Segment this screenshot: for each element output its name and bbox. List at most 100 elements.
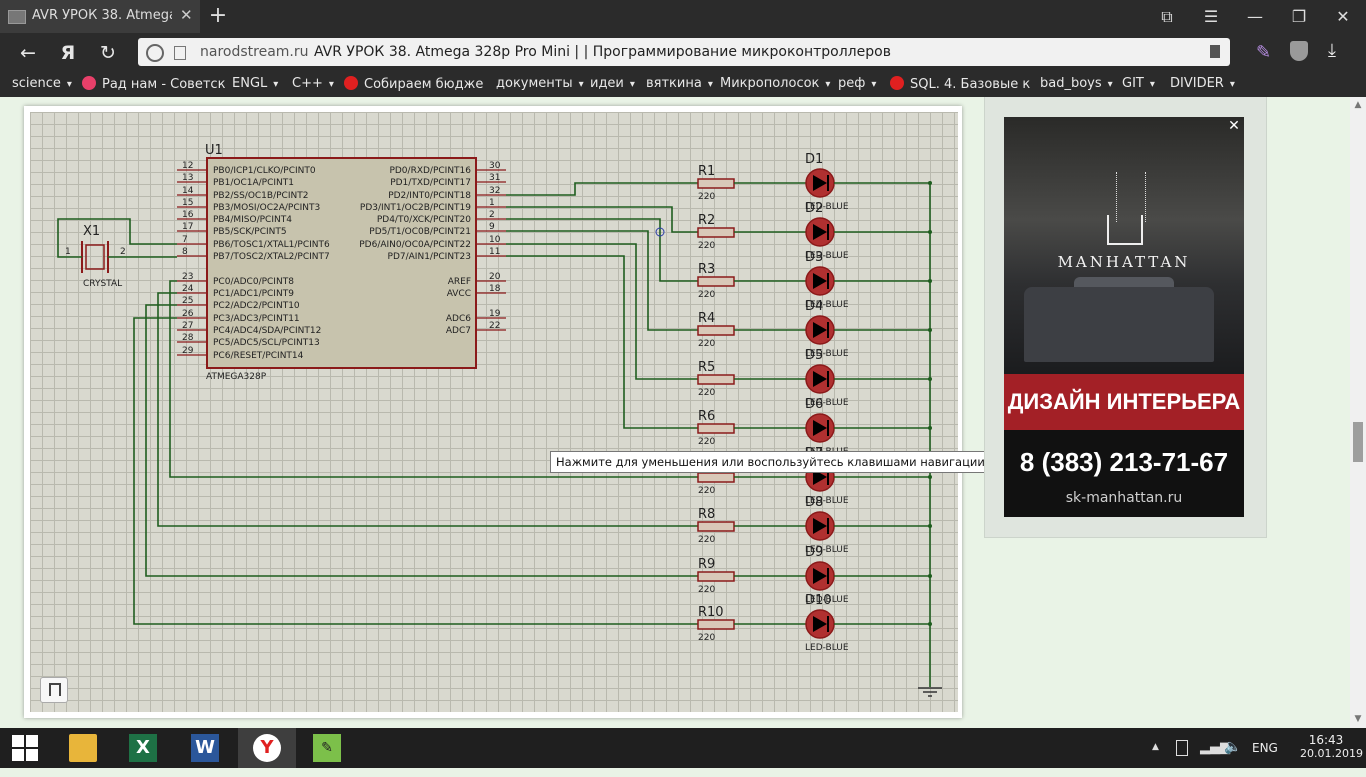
resistor-body xyxy=(697,571,735,582)
bookmark-item[interactable]: Микрополосок ▾ xyxy=(720,76,830,94)
pin-name: PB7/TOSC2/XTAL2/PCINT7 xyxy=(213,252,330,262)
pin-name: PC6/RESET/PCINT14 xyxy=(213,351,304,361)
led-ref: D10 xyxy=(805,593,832,608)
pin-name: PD2/INT0/PCINT18 xyxy=(388,191,471,201)
led-ref: D6 xyxy=(805,397,823,412)
ad-close-button[interactable]: ✕ xyxy=(1226,118,1242,134)
bookmark-item[interactable]: Рад нам - Советск xyxy=(82,76,225,94)
bookmark-label: идеи xyxy=(590,76,624,91)
bookmark-icon[interactable] xyxy=(1210,45,1220,58)
pin-name: ADC6 xyxy=(446,314,471,324)
schematic-drawing: U1ATMEGA328P12 PB0/ICP1/CLKO/PCINT013 PB1/… xyxy=(57,143,942,697)
scrollbar-thumb[interactable] xyxy=(1353,422,1363,462)
restore-window-icon[interactable]: ❐ xyxy=(1277,0,1321,33)
resistor-value: 220 xyxy=(698,585,715,595)
resistor-body xyxy=(697,276,735,287)
led-ref: D4 xyxy=(805,299,823,314)
start-button[interactable] xyxy=(0,728,58,768)
ad-banner[interactable]: MANHATTAN ДИЗАЙН ИНТЕРЬЕРА 8 (383) 213-7… xyxy=(1004,117,1244,517)
pin-name: PB4/MISO/PCINT4 xyxy=(213,215,292,225)
bookmark-item[interactable]: Собираем бюдже xyxy=(344,76,483,94)
tray-clock[interactable]: 16:43 20.01.2019 xyxy=(1300,733,1363,760)
minimize-window-icon[interactable]: — xyxy=(1233,0,1277,33)
folder-icon xyxy=(69,734,97,762)
bookmark-item[interactable]: C++ ▾ xyxy=(292,76,334,94)
tab-close-icon[interactable]: ✕ xyxy=(180,6,193,24)
pin-name: PC2/ADC2/PCINT10 xyxy=(213,301,300,311)
save-image-button[interactable] xyxy=(40,677,68,703)
resistor-body xyxy=(697,472,735,483)
bookmark-label: реф xyxy=(838,76,866,91)
tray-language[interactable]: ENG xyxy=(1252,741,1278,777)
chevron-down-icon: ▾ xyxy=(629,79,635,90)
wire xyxy=(506,182,698,196)
bookmark-label: bad_boys xyxy=(1040,76,1102,91)
bookmark-item[interactable]: идеи ▾ xyxy=(590,76,635,94)
menu-icon[interactable]: ☰ xyxy=(1189,0,1233,33)
close-window-icon[interactable]: ✕ xyxy=(1321,0,1365,33)
bookmark-item[interactable]: SQL. 4. Базовые к xyxy=(890,76,1030,94)
taskbar-file-explorer[interactable] xyxy=(54,728,112,768)
resistor-value: 220 xyxy=(698,633,715,643)
ad-bed xyxy=(1024,287,1214,362)
feather-icon[interactable]: ✎ xyxy=(1256,42,1276,63)
download-icon[interactable]: ⤓ xyxy=(1328,40,1348,62)
tray-expand-icon[interactable]: ▲ xyxy=(1152,742,1159,752)
reload-button[interactable]: ↻ xyxy=(94,40,122,66)
clock-date: 20.01.2019 xyxy=(1300,747,1363,760)
taskbar-yandex-browser[interactable]: Y xyxy=(238,728,296,768)
resistor-body xyxy=(697,521,735,532)
address-bar[interactable]: narodstream.ru AVR УРОК 38. Atmega 328p … xyxy=(138,38,1230,66)
bookmark-label: Микрополосок xyxy=(720,76,820,91)
pin-name: AVCC xyxy=(447,289,471,299)
pin-name: PB5/SCK/PCINT5 xyxy=(213,227,287,237)
yandex-button[interactable]: Я xyxy=(54,40,82,66)
page-scrollbar[interactable] xyxy=(1350,97,1366,728)
pin-name: PC3/ADC3/PCINT11 xyxy=(213,314,300,324)
bookmark-item[interactable]: DIVIDER ▾ xyxy=(1170,76,1235,94)
tab-title: AVR УРОК 38. Atmega 3 xyxy=(32,8,172,23)
tab-favicon-icon xyxy=(8,10,26,24)
bookmark-item[interactable]: GIT ▾ xyxy=(1122,76,1155,94)
chevron-down-icon: ▾ xyxy=(1107,79,1113,90)
chevron-down-icon: ▾ xyxy=(578,79,584,90)
pin-name: PD6/AIN0/OC0A/PCINT22 xyxy=(359,240,471,250)
mcu-part: ATMEGA328P xyxy=(206,372,267,382)
pin-number: 24 xyxy=(182,284,194,294)
tabs-icon[interactable]: ⧉ xyxy=(1145,0,1189,33)
resistor-ref: R6 xyxy=(698,409,715,424)
bookmark-item[interactable]: вяткина ▾ xyxy=(646,76,713,94)
shield-icon[interactable] xyxy=(1290,41,1308,61)
bookmark-label: SQL. 4. Базовые к xyxy=(910,77,1031,92)
excel-icon: X xyxy=(129,734,157,762)
bookmark-item[interactable]: документы ▾ xyxy=(496,76,584,94)
address-page-title: AVR УРОК 38. Atmega 328p Pro Mini | | Пр… xyxy=(314,44,891,60)
new-tab-button[interactable]: + xyxy=(204,2,232,30)
resistor-value: 220 xyxy=(698,486,715,496)
resistor-value: 220 xyxy=(698,339,715,349)
bookmark-label: C++ xyxy=(292,76,323,91)
scroll-down-icon[interactable]: ▼ xyxy=(1352,714,1364,724)
back-button[interactable]: ← xyxy=(14,40,42,66)
taskbar-excel[interactable]: X xyxy=(114,728,172,768)
bookmark-item[interactable]: bad_boys ▾ xyxy=(1040,76,1113,94)
resistor-ref: R1 xyxy=(698,164,715,179)
volume-icon[interactable]: 🔈 xyxy=(1224,739,1241,755)
resistor-body xyxy=(697,325,735,336)
bookmark-item[interactable]: ENGL ▾ xyxy=(232,76,278,94)
pin-name: PB3/MOSI/OC2A/PCINT3 xyxy=(213,203,320,213)
taskbar-notepad[interactable]: ✎ xyxy=(298,728,356,768)
bookmark-item[interactable]: science ▾ xyxy=(12,76,72,94)
browser-tab[interactable]: AVR УРОК 38. Atmega 3 ✕ xyxy=(0,0,200,33)
bookmark-icon xyxy=(49,683,61,696)
taskbar-word[interactable]: W xyxy=(176,728,234,768)
pin-number: 18 xyxy=(489,284,501,294)
resistor-value: 220 xyxy=(698,388,715,398)
battery-icon[interactable] xyxy=(1176,740,1188,756)
bookmark-item[interactable]: реф ▾ xyxy=(838,76,876,94)
scroll-up-icon[interactable]: ▲ xyxy=(1352,100,1364,110)
led-ref: D5 xyxy=(805,348,823,363)
bookmark-label: DIVIDER xyxy=(1170,76,1224,91)
ad-phone: 8 (383) 213-71-67 xyxy=(1019,447,1229,477)
schematic-image[interactable]: U1 ATMEGA328P 12 PB0/ICP1/CLKO/PCINT0 13 PB1/… xyxy=(30,112,958,712)
